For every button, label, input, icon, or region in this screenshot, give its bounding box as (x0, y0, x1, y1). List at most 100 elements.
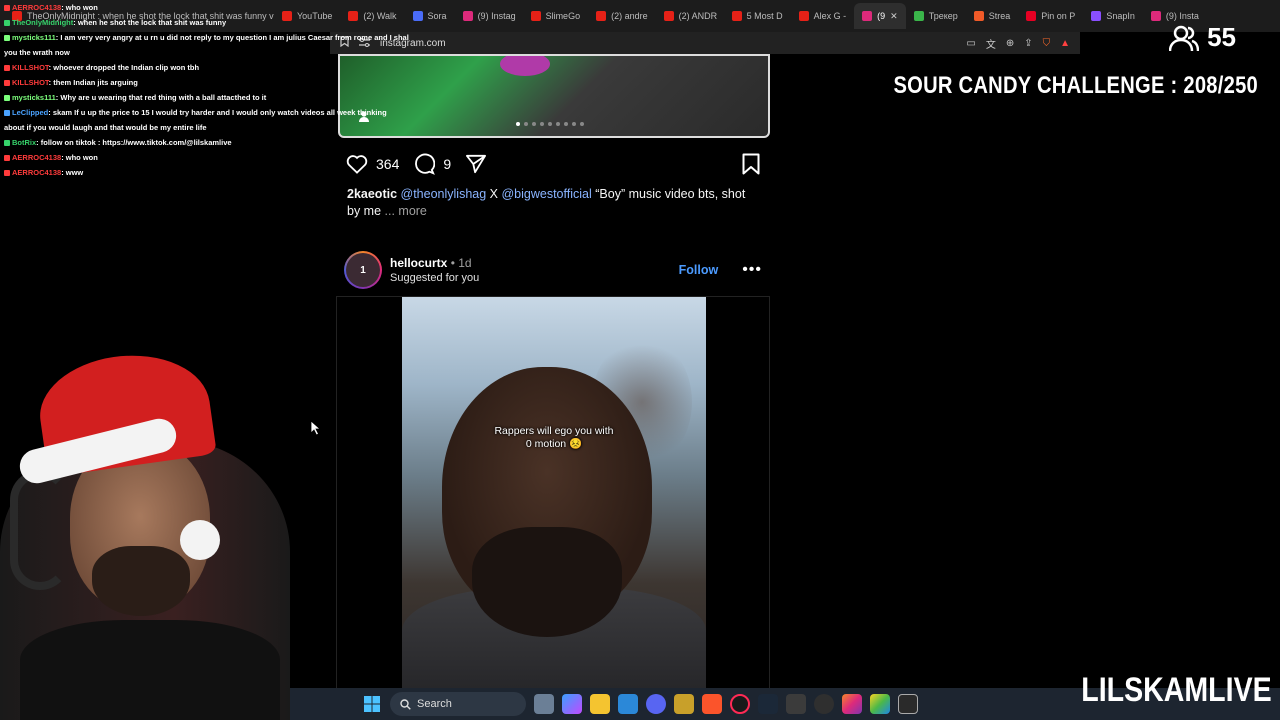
carousel-dot (580, 122, 584, 126)
chat-username: LeClipped (12, 108, 49, 117)
chat-text: : www (61, 168, 84, 177)
share-paper-plane-icon[interactable] (465, 154, 487, 174)
browser-tab[interactable]: Strea (966, 3, 1019, 29)
chat-message: BotRix: follow on tiktok : https://www.t… (0, 135, 410, 150)
tab-favicon-icon (412, 11, 423, 21)
browser-tab[interactable]: (9 ✕ (854, 3, 906, 29)
browser-tab[interactable]: Трекер (906, 3, 966, 29)
copilot-icon[interactable] (562, 694, 582, 714)
browser-tab[interactable]: (9) Instag (455, 3, 523, 29)
chat-message: mysticks111: Why are u wearing that red … (0, 90, 410, 105)
carousel-dot (572, 122, 576, 126)
bluestacks-icon[interactable] (870, 694, 890, 714)
chat-username: mysticks111 (12, 93, 56, 102)
tab-favicon-icon (973, 11, 984, 21)
viewers-icon (1169, 25, 1200, 51)
discord-icon[interactable] (646, 694, 666, 714)
chat-badge-icon (4, 140, 10, 147)
chat-badge-icon (4, 5, 10, 12)
zoom-icon[interactable]: ⊕ (1006, 38, 1014, 49)
save-bookmark-icon[interactable] (742, 153, 760, 175)
browser-tab[interactable]: Sora (405, 3, 455, 29)
address-bar[interactable]: instagram.com ▭ 文 ⊕ ⇪ ⛉ ▲ (330, 32, 1080, 54)
comment-icon[interactable] (413, 153, 436, 175)
tab-favicon-icon (913, 11, 924, 21)
browser-tab[interactable]: (2) ANDR (656, 3, 724, 29)
chat-badge-icon (4, 95, 10, 102)
video-text-overlay: Rappers will ego you with 0 motion 😣 (402, 425, 706, 451)
tab-label: Трекер (928, 11, 958, 21)
file-explorer-icon[interactable] (590, 694, 610, 714)
browser-tab[interactable]: SnapIn (1083, 3, 1143, 29)
browser-tab[interactable]: 5 Most D (724, 3, 791, 29)
tab-label: Strea (988, 11, 1011, 21)
post-username[interactable]: hellocurtx (390, 256, 447, 270)
follow-button[interactable]: Follow (679, 263, 719, 277)
stream-chat-overlay: AERROC4138: who won TheOnlyMidnight: when… (0, 0, 410, 180)
app-icon[interactable] (786, 694, 806, 714)
caption-username[interactable]: 2kaeotic (347, 187, 397, 201)
tab-favicon-icon (530, 11, 541, 21)
browser-tab[interactable]: Pin on P (1018, 3, 1083, 29)
chat-username: AERROC4138 (12, 3, 62, 12)
app-icon[interactable] (898, 694, 918, 714)
browser-tab[interactable]: (2) andre (588, 3, 656, 29)
caption-mention[interactable]: @bigwestofficial (501, 187, 591, 201)
brave-browser-icon[interactable] (702, 694, 722, 714)
tab-label: (9) Instag (477, 11, 516, 21)
chat-badge-icon (4, 170, 10, 177)
video-caption-line: Rappers will ego you with (494, 425, 614, 437)
chat-username: mysticks111 (12, 33, 56, 42)
chat-message: KILLSHOT: them Indian jits arguing (0, 75, 410, 90)
brave-shield-icon[interactable]: ⛉ (1043, 38, 1051, 49)
chat-text: : follow on tiktok : https://www.tiktok.… (36, 138, 232, 147)
tab-favicon-icon (1150, 11, 1161, 21)
caption-mention[interactable]: @theonlylishag (401, 187, 487, 201)
chat-text: about if you would laugh and that would … (4, 123, 207, 132)
windows-start-icon[interactable] (362, 694, 382, 714)
chat-message: AERROC4138: www (0, 165, 410, 180)
post-video[interactable]: Rappers will ego you with 0 motion 😣 (336, 296, 770, 695)
mouse-cursor-icon (310, 420, 322, 436)
tab-label: Alex G - (813, 11, 847, 21)
chat-message: TheOnlyMidnight: when he shot the lock t… (0, 15, 410, 30)
steam-icon[interactable] (758, 694, 778, 714)
chat-badge-icon (4, 20, 10, 27)
close-tab-icon[interactable]: ✕ (890, 11, 898, 22)
cast-icon[interactable]: ▭ (966, 38, 975, 49)
browser-tab[interactable]: Alex G - (791, 3, 855, 29)
carousel-dot (524, 122, 528, 126)
streamer-name: LILSKAMLIVE (1081, 671, 1272, 709)
video-frame[interactable]: Rappers will ego you with 0 motion 😣 (402, 297, 706, 695)
tab-label: (2) ANDR (678, 11, 718, 21)
taskbar-search[interactable]: Search (390, 692, 526, 716)
share-icon[interactable]: ⇪ (1024, 38, 1032, 49)
store-icon[interactable] (618, 694, 638, 714)
instagram-icon[interactable] (842, 694, 862, 714)
widgets-icon[interactable] (534, 694, 554, 714)
chat-username: KILLSHOT (12, 78, 49, 87)
chat-username: BotRix (12, 138, 37, 147)
address-bar-tools: ▭ 文 ⊕ ⇪ ⛉ ▲ (966, 36, 1070, 51)
comment-count[interactable]: 9 (443, 156, 451, 172)
carousel-dot (532, 122, 536, 126)
tab-label: SnapIn (1106, 11, 1135, 21)
chat-text: : I am very very angry at u rn u did not… (55, 33, 410, 42)
caption-more-link[interactable]: ... more (385, 204, 427, 218)
suggested-label: Suggested for you (390, 272, 480, 284)
rewards-icon[interactable]: ▲ (1060, 38, 1070, 49)
more-options-icon[interactable]: ••• (742, 261, 762, 279)
browser-tab[interactable]: SlimeGo (523, 3, 589, 29)
opera-gx-icon[interactable] (730, 694, 750, 714)
app-icon[interactable] (674, 694, 694, 714)
translate-icon[interactable]: 文 (986, 36, 996, 51)
avatar[interactable]: 1 (344, 251, 382, 289)
4k-downloader-icon[interactable] (814, 694, 834, 714)
carousel-dot (516, 122, 520, 126)
caption-separator: X (486, 187, 502, 201)
tab-favicon-icon (798, 11, 809, 21)
tab-label: (9 (877, 11, 886, 21)
video-person-beard (472, 527, 622, 637)
chat-text: : whoever dropped the Indian clip won tb… (48, 63, 200, 72)
tab-label: (2) andre (611, 11, 648, 21)
